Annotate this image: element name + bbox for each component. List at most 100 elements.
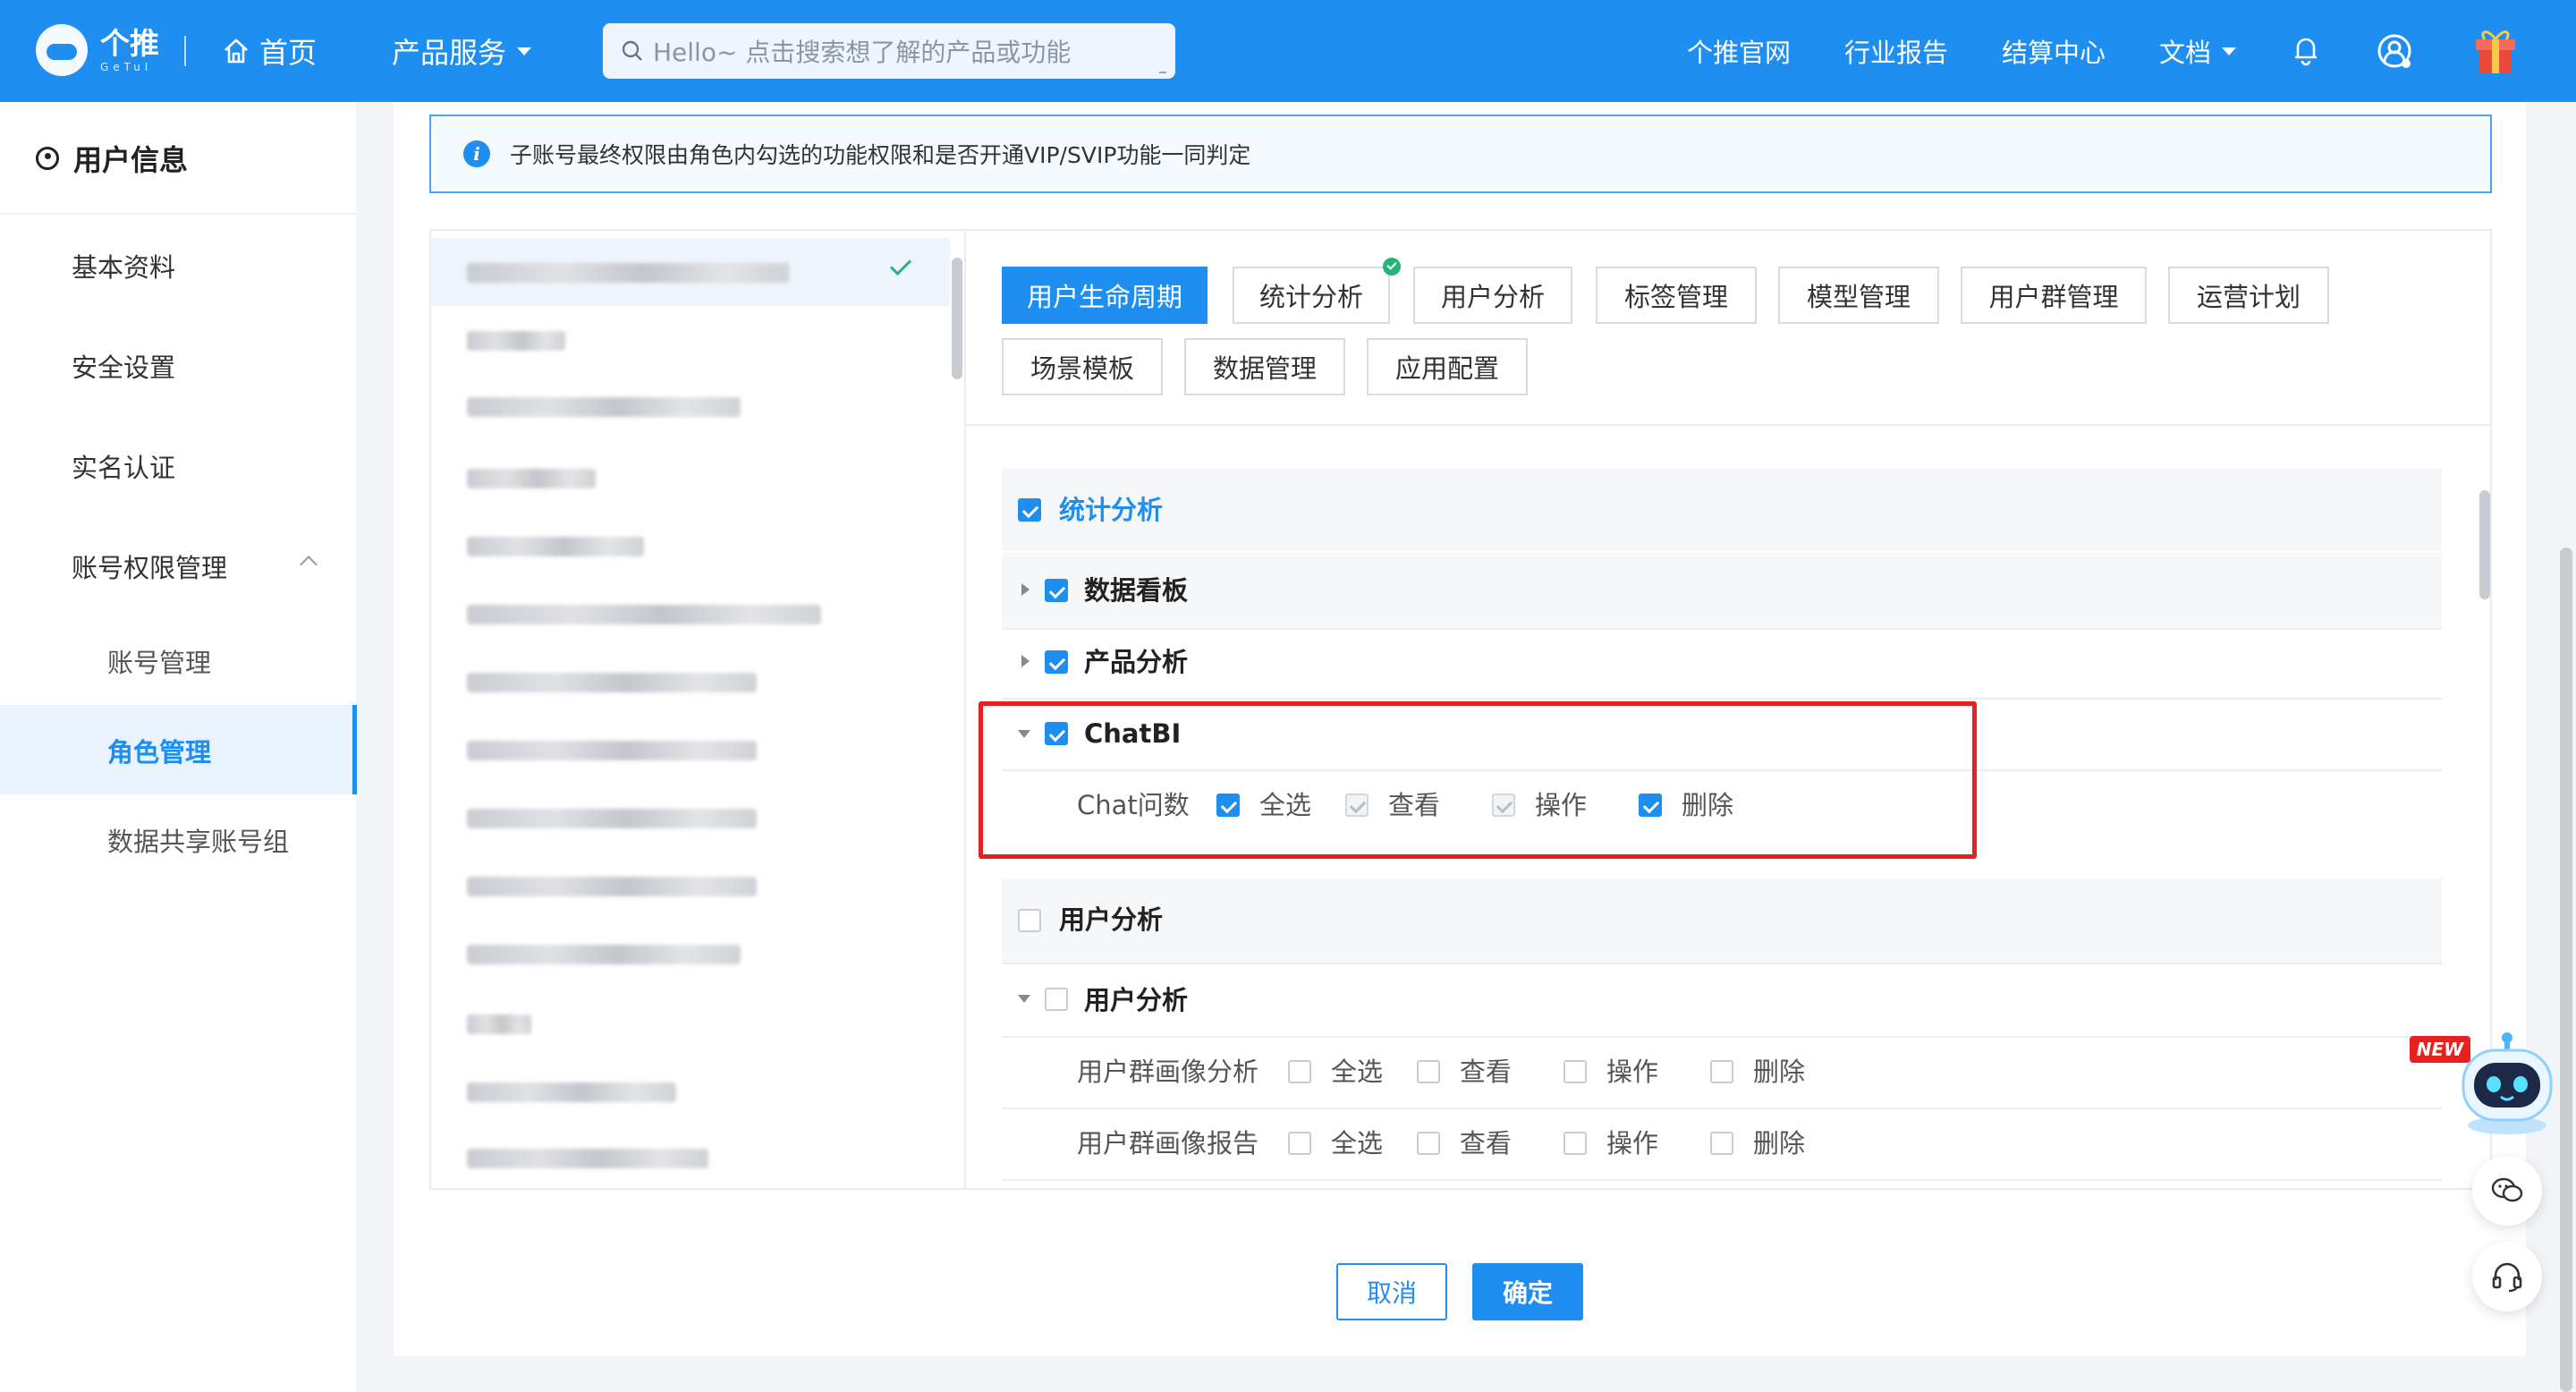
perm-checkbox-select-all[interactable] <box>1288 1132 1311 1155</box>
home-icon <box>225 38 248 64</box>
user-circle-icon <box>36 147 59 170</box>
confirm-button[interactable]: 确定 <box>1472 1263 1583 1320</box>
list-item[interactable] <box>467 1149 708 1168</box>
tab-data-management[interactable]: 数据管理 <box>1184 338 1345 395</box>
chevron-down-icon <box>517 47 532 55</box>
logo-text: 个推 <box>100 25 159 61</box>
group-checkbox-user-analysis[interactable] <box>1045 988 1068 1011</box>
perm-checkbox-delete[interactable] <box>1710 1060 1733 1083</box>
perm-row-label-group-portrait-analysis: 用户群画像分析 <box>1077 1057 1259 1087</box>
home-link[interactable]: 首页 <box>222 30 317 72</box>
nav-docs-label: 文档 <box>2159 38 2212 68</box>
section-title-user-analysis: 用户分析 <box>1059 904 1164 935</box>
search-icon <box>622 40 642 61</box>
list-item[interactable] <box>467 741 757 760</box>
sidebar-item-role-management[interactable]: 角色管理 <box>107 728 211 773</box>
tabs-divider <box>966 424 2490 426</box>
tab-tag-management[interactable]: 标签管理 <box>1596 267 1757 324</box>
perm-option-label: 查看 <box>1460 1128 1513 1159</box>
permissions-scrollbar[interactable] <box>2479 490 2490 599</box>
list-item[interactable] <box>467 263 789 283</box>
list-item[interactable] <box>467 945 741 964</box>
sidebar-item-security[interactable]: 安全设置 <box>72 344 175 388</box>
section-checkbox-statistics[interactable] <box>1018 498 1041 522</box>
list-item[interactable] <box>467 877 757 896</box>
chevron-down-icon <box>2222 47 2237 55</box>
caret-down-icon[interactable] <box>1018 995 1030 1003</box>
perm-checkbox-operate[interactable] <box>1563 1132 1587 1155</box>
row-divider <box>1002 698 2442 700</box>
sidebar-item-real-name[interactable]: 实名认证 <box>72 444 175 488</box>
nav-docs[interactable]: 文档 <box>2159 30 2237 72</box>
getui-logo[interactable]: 个推 GeTuI <box>36 21 159 79</box>
group-checkbox-product-analysis[interactable] <box>1045 650 1068 674</box>
logo-subtext: GeTuI <box>100 60 153 73</box>
sidebar-item-account-permissions[interactable]: 账号权限管理 <box>72 544 227 589</box>
tab-user-lifecycle[interactable]: 用户生命周期 <box>1002 267 1208 324</box>
sidebar-item-data-sharing-group[interactable]: 数据共享账号组 <box>107 818 289 862</box>
perm-checkbox-operate[interactable] <box>1563 1060 1587 1083</box>
bell-icon[interactable] <box>2292 34 2320 72</box>
list-item[interactable] <box>467 673 757 692</box>
sidebar-header: 用户信息 <box>36 136 188 181</box>
caret-right-icon[interactable] <box>1021 583 1030 596</box>
panel-divider <box>964 231 966 1188</box>
list-item[interactable] <box>467 605 821 624</box>
nav-industry-report[interactable]: 行业报告 <box>1844 30 1948 72</box>
cancel-button[interactable]: 取消 <box>1336 1263 1447 1320</box>
tab-operation-plan[interactable]: 运营计划 <box>2168 267 2329 324</box>
group-row-dashboard <box>1002 553 2442 628</box>
tab-user-analysis[interactable]: 用户分析 <box>1413 267 1572 324</box>
sidebar-active-indicator <box>352 705 357 794</box>
perm-option-label: 删除 <box>1753 1057 1806 1087</box>
role-list-scrollbar[interactable] <box>952 258 962 379</box>
tab-user-group-management[interactable]: 用户群管理 <box>1961 267 2147 324</box>
list-item[interactable] <box>467 809 757 828</box>
logo-divider <box>184 36 186 66</box>
list-item[interactable] <box>467 331 565 351</box>
row-divider <box>1002 1179 2442 1181</box>
group-checkbox-dashboard[interactable] <box>1045 579 1068 602</box>
user-account-icon[interactable] <box>2376 32 2415 78</box>
nav-official-site[interactable]: 个推官网 <box>1687 30 1791 72</box>
logo-icon <box>36 24 88 76</box>
nav-billing-center[interactable]: 结算中心 <box>2002 30 2106 72</box>
list-item[interactable] <box>467 397 741 417</box>
sidebar-item-account-management[interactable]: 账号管理 <box>107 639 211 683</box>
list-item[interactable] <box>467 1014 531 1034</box>
products-label: 产品服务 <box>392 36 507 70</box>
sidebar-item-basic-info[interactable]: 基本资料 <box>72 243 175 288</box>
section-checkbox-user-analysis[interactable] <box>1018 909 1041 932</box>
info-icon: i <box>463 140 490 167</box>
row-divider <box>1002 1036 2442 1038</box>
perm-checkbox-view[interactable] <box>1417 1132 1440 1155</box>
tab-statistics[interactable]: 统计分析 <box>1233 267 1390 324</box>
tab-model-management[interactable]: 模型管理 <box>1778 267 1939 324</box>
search-input[interactable]: Hello~ 点击搜索想了解的产品或功能 <box>603 23 1175 79</box>
group-label-dashboard: 数据看板 <box>1084 575 1189 606</box>
section-header-user-analysis <box>1002 878 2442 963</box>
wechat-contact-button[interactable] <box>2472 1156 2542 1226</box>
perm-row-label-group-portrait-report: 用户群画像报告 <box>1077 1128 1259 1159</box>
list-item[interactable] <box>467 537 644 556</box>
group-label-user-analysis: 用户分析 <box>1084 985 1189 1015</box>
search-resize-mark <box>1159 72 1166 73</box>
sidebar-divider <box>0 213 356 215</box>
page-scrollbar[interactable] <box>2560 547 2572 1392</box>
tab-app-config[interactable]: 应用配置 <box>1367 338 1528 395</box>
list-item[interactable] <box>467 1082 676 1102</box>
perm-checkbox-select-all[interactable] <box>1288 1060 1311 1083</box>
section-title-statistics: 统计分析 <box>1059 495 1164 525</box>
perm-checkbox-view[interactable] <box>1417 1060 1440 1083</box>
customer-service-button[interactable] <box>2472 1242 2542 1311</box>
gift-icon[interactable] <box>2472 23 2519 75</box>
wechat-icon <box>2491 1177 2523 1202</box>
products-menu[interactable]: 产品服务 <box>392 30 532 72</box>
perm-checkbox-delete[interactable] <box>1710 1132 1733 1155</box>
caret-right-icon[interactable] <box>1021 655 1030 667</box>
perm-option-label: 全选 <box>1331 1128 1384 1159</box>
new-badge: NEW <box>2410 1036 2470 1063</box>
check-badge-icon <box>1383 258 1401 276</box>
list-item[interactable] <box>467 469 596 488</box>
tab-scene-templates[interactable]: 场景模板 <box>1002 338 1163 395</box>
